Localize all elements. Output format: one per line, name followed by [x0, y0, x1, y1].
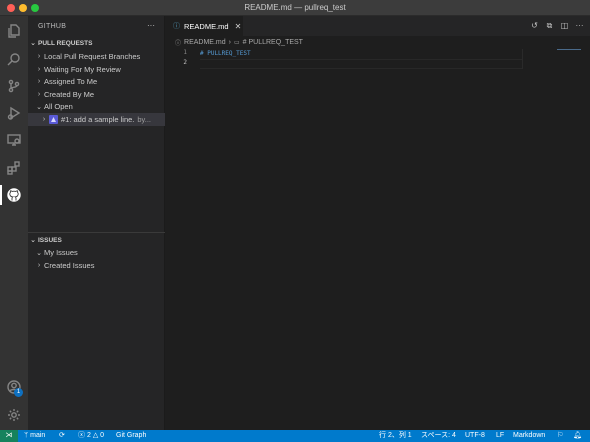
tree-item-assigned-to-me[interactable]: › Assigned To Me: [28, 75, 165, 88]
eol-setting[interactable]: LF: [496, 430, 504, 442]
accounts-badge: 1: [14, 388, 23, 397]
tree-item-label: Created Issues: [44, 261, 95, 270]
tree-item-label: Waiting For My Review: [44, 65, 121, 74]
chevron-right-icon: ›: [37, 262, 41, 269]
timeline-history-icon[interactable]: ↺: [530, 19, 539, 32]
remote-indicator-icon[interactable]: ⋊: [0, 430, 18, 442]
title-bar: README.md — pullreq_test: [0, 0, 590, 16]
chevron-right-icon: ›: [228, 39, 231, 46]
extensions-icon[interactable]: [0, 155, 28, 181]
breadcrumb-file[interactable]: README.md: [184, 39, 226, 46]
branch-indicator[interactable]: ᛘ main: [24, 430, 45, 442]
tab-readme[interactable]: ⓘ README.md ✕: [165, 16, 243, 36]
notifications-bell-icon[interactable]: 🔔︎: [573, 430, 582, 442]
more-actions-icon[interactable]: ···: [575, 19, 584, 32]
sidebar: GITHUB ··· ⌄ PULL REQUESTS › Local Pull …: [28, 16, 165, 430]
tree-item-local-pr-branches[interactable]: › Local Pull Request Branches: [28, 50, 165, 63]
encoding-setting[interactable]: UTF-8: [465, 430, 485, 442]
more-actions-icon[interactable]: ···: [147, 21, 155, 30]
code-line[interactable]: # PULLREQ_TEST: [200, 49, 522, 59]
tree-item-all-open[interactable]: ⌄ All Open: [28, 100, 165, 113]
editor-actions: ↺ ⧉ ◫ ···: [530, 19, 584, 32]
sync-icon[interactable]: ⟳: [59, 430, 65, 442]
author-avatar: [49, 115, 58, 124]
tree-item-label: Assigned To Me: [44, 77, 98, 86]
accounts-icon[interactable]: 1: [0, 374, 28, 400]
github-icon[interactable]: [0, 182, 28, 208]
tree-item-my-issues[interactable]: ⌄ My Issues: [28, 246, 165, 259]
breadcrumb-symbol[interactable]: # PULLREQ_TEST: [243, 39, 303, 46]
run-debug-icon[interactable]: [0, 100, 28, 126]
breadcrumb: ⓘ README.md › ▭ # PULLREQ_TEST: [165, 36, 590, 49]
status-bar: ⋊ ᛘ main ⟳ ⓧ 2 △ 0 Git Graph 行 2、列 1 スペー…: [0, 430, 590, 442]
sidebar-title: GITHUB: [38, 22, 67, 30]
tab-label: README.md: [184, 21, 229, 31]
chevron-right-icon: ›: [37, 78, 41, 85]
code-line-current[interactable]: [200, 59, 522, 69]
branch-name: main: [30, 432, 46, 439]
git-graph-button[interactable]: Git Graph: [116, 430, 146, 442]
window-title: README.md — pullreq_test: [244, 3, 346, 12]
info-icon: ⓘ: [175, 41, 182, 47]
line-number: 2: [183, 59, 187, 66]
tree-item-label: All Open: [44, 102, 73, 111]
chevron-down-icon: ⌄: [30, 40, 36, 47]
manage-gear-icon[interactable]: [0, 402, 28, 428]
symbol-string-icon: ▭: [233, 40, 240, 46]
cursor-position[interactable]: 行 2、列 1: [379, 430, 412, 442]
chevron-down-icon: ⌄: [36, 249, 42, 257]
pull-request-author: by...: [137, 115, 152, 124]
open-preview-icon[interactable]: ⧉: [545, 19, 554, 32]
activity-bar: 1: [0, 16, 28, 430]
language-mode[interactable]: Markdown: [513, 430, 545, 442]
error-icon: ⓧ: [78, 432, 87, 439]
chevron-down-icon: ⌄: [30, 237, 36, 244]
info-icon: ⓘ: [173, 23, 180, 30]
chevron-right-icon: ›: [37, 91, 41, 98]
warning-count: 0: [100, 432, 105, 439]
minimap[interactable]: [557, 49, 581, 50]
code-editor[interactable]: # PULLREQ_TEST: [200, 49, 522, 69]
source-control-icon[interactable]: [0, 73, 28, 99]
tree-item-label: My Issues: [44, 248, 78, 257]
remote-explorer-icon[interactable]: [0, 127, 28, 153]
chevron-right-icon: ›: [42, 116, 46, 123]
explorer-icon[interactable]: [0, 18, 28, 44]
chevron-down-icon: ⌄: [36, 103, 42, 111]
line-number: 1: [183, 49, 187, 56]
issues-section-title: ISSUES: [38, 236, 62, 244]
line-number-gutter: 1 2: [165, 49, 187, 69]
editor-ruler: [522, 49, 523, 69]
tree-item-label: Local Pull Request Branches: [44, 52, 141, 61]
chevron-right-icon: ›: [37, 66, 41, 73]
tree-item-label: Created By Me: [44, 90, 95, 99]
issues-section-header[interactable]: ⌄ ISSUES: [28, 233, 165, 247]
pull-requests-section-header[interactable]: ⌄ PULL REQUESTS: [28, 36, 165, 50]
pull-requests-section-title: PULL REQUESTS: [38, 39, 93, 47]
problems-indicator[interactable]: ⓧ 2 △ 0: [78, 430, 104, 442]
pull-request-item[interactable]: › #1: add a sample line. by...: [28, 113, 165, 126]
pull-request-title: #1: add a sample line.: [61, 115, 135, 124]
close-tab-icon[interactable]: ✕: [235, 22, 242, 31]
tree-item-created-issues[interactable]: › Created Issues: [28, 259, 165, 272]
error-count: 2: [86, 432, 91, 439]
search-icon[interactable]: [0, 46, 28, 72]
feedback-icon[interactable]: ⚐: [557, 430, 563, 442]
split-editor-icon[interactable]: ◫: [560, 19, 569, 32]
chevron-right-icon: ›: [37, 53, 41, 60]
indentation-setting[interactable]: スペース: 4: [421, 430, 456, 442]
editor-tab-bar: ⓘ README.md ✕ ↺ ⧉ ◫ ···: [165, 16, 590, 36]
